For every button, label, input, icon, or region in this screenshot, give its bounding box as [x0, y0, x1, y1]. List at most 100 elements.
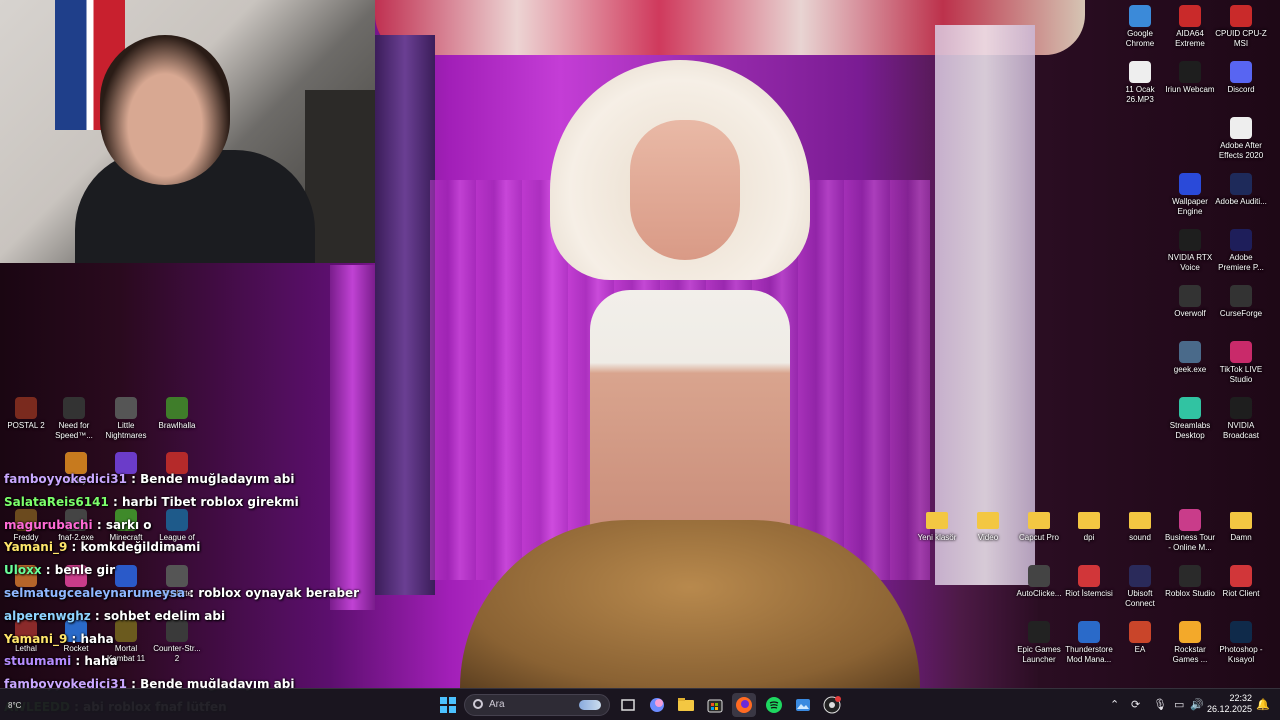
- wallpaper-engine-icon: [1179, 173, 1201, 195]
- store-button[interactable]: [703, 693, 727, 717]
- shortcut-label: Streamlabs Desktop: [1169, 421, 1211, 440]
- riot-icon: [1078, 565, 1100, 587]
- desktop-shortcut[interactable]: NVIDIA RTX Voice: [1164, 229, 1216, 273]
- taskbar-clock[interactable]: 22:32 26.12.2025: [1206, 693, 1252, 715]
- clock-time: 22:32: [1229, 693, 1252, 703]
- desktop-shortcut[interactable]: Adobe After Effects 2020: [1215, 117, 1267, 161]
- desktop-shortcut[interactable]: Ubisoft Connect: [1114, 565, 1166, 609]
- desktop-shortcut[interactable]: Riot İstemcisi: [1063, 565, 1115, 599]
- desktop-shortcut[interactable]: Adobe Auditi...: [1215, 173, 1267, 207]
- volume-icon[interactable]: 🔊: [1190, 689, 1204, 720]
- nvidia-icon: [1179, 229, 1201, 251]
- photoshop-icon: [1230, 621, 1252, 643]
- desktop-shortcut[interactable]: Video: [962, 509, 1014, 543]
- obs-button[interactable]: [820, 693, 844, 717]
- desktop-shortcut[interactable]: Brawlhalla: [151, 397, 203, 431]
- desktop-shortcut[interactable]: POSTAL 2: [0, 397, 52, 431]
- streamer-head: [100, 35, 230, 185]
- desktop-shortcut[interactable]: AIDA64 Extreme: [1164, 5, 1216, 49]
- firefox-icon: [736, 697, 752, 713]
- desktop-shortcut[interactable]: EA: [1114, 621, 1166, 655]
- chat-message: stuumami : haha: [4, 652, 364, 675]
- shortcut-label: Video: [977, 533, 999, 542]
- network-icon[interactable]: ▭: [1174, 689, 1184, 720]
- wallpaper-pillar: [935, 25, 1035, 585]
- folder-icon: [1078, 512, 1100, 529]
- aida64-icon: [1179, 5, 1201, 27]
- desktop-shortcut[interactable]: CPUID CPU-Z MSI: [1215, 5, 1267, 49]
- start-button[interactable]: [436, 693, 460, 717]
- sync-icon[interactable]: ⟳: [1131, 689, 1140, 720]
- task-view-button[interactable]: [616, 693, 640, 717]
- riot-client-icon: [1230, 565, 1252, 587]
- stream-chat: famboyyokedici31 : Bende muğladayım abi S…: [4, 470, 364, 720]
- taskbar-search[interactable]: Ara: [464, 694, 610, 716]
- search-highlight-icon: [579, 700, 601, 710]
- desktop-shortcut[interactable]: Epic Games Launcher: [1013, 621, 1065, 665]
- desktop-shortcut[interactable]: Photoshop - Kısayol: [1215, 621, 1267, 665]
- chat-message: magurubachi : sarkı o: [4, 516, 364, 539]
- desktop-shortcut[interactable]: Rockstar Games ...: [1164, 621, 1216, 665]
- ubisoft-icon: [1129, 565, 1151, 587]
- desktop-shortcut[interactable]: 11 Ocak 26.MP3: [1114, 61, 1166, 105]
- desktop-shortcut[interactable]: CurseForge: [1215, 285, 1267, 319]
- desktop-shortcut[interactable]: Yeni klasör: [911, 509, 963, 543]
- chat-separator: :: [41, 563, 55, 578]
- shortcut-label: AIDA64 Extreme: [1175, 29, 1205, 48]
- desktop-shortcut[interactable]: Overwolf: [1164, 285, 1216, 319]
- desktop-shortcut[interactable]: Thunderstore Mod Mana...: [1063, 621, 1115, 665]
- desktop-shortcut[interactable]: Wallpaper Engine: [1164, 173, 1216, 217]
- chat-message: Uloxx : benle gir: [4, 561, 364, 584]
- epic-icon: [1028, 621, 1050, 643]
- curseforge-icon: [1230, 285, 1252, 307]
- desktop-shortcut[interactable]: Riot Client: [1215, 565, 1267, 599]
- taskbar: 8°C Ara ⌃ ⟳ 🎙 ▭ 🔊 22:32 26.12.2025 🔔: [0, 688, 1280, 720]
- mp3-icon: [1129, 61, 1151, 83]
- desktop-shortcut[interactable]: Streamlabs Desktop: [1164, 397, 1216, 441]
- spotify-button[interactable]: [762, 693, 786, 717]
- shortcut-label: dpi: [1083, 533, 1095, 542]
- chat-message: Yamani_9 : haha: [4, 630, 364, 653]
- desktop-shortcut[interactable]: Adobe Premiere P...: [1215, 229, 1267, 273]
- copilot-icon: [650, 698, 664, 712]
- firefox-button[interactable]: [732, 693, 756, 717]
- file-explorer-button[interactable]: [674, 693, 698, 717]
- chat-message: famboyyokedici31 : Bende muğladayım abi: [4, 470, 364, 493]
- shortcut-label: Discord: [1227, 85, 1255, 94]
- desktop-shortcut[interactable]: dpi: [1063, 509, 1115, 543]
- desktop-shortcut[interactable]: AutoClicke...: [1013, 565, 1065, 599]
- shortcut-label: Iriun Webcam: [1165, 85, 1215, 94]
- desktop-shortcut[interactable]: Iriun Webcam: [1164, 61, 1216, 95]
- chat-username: Uloxx: [4, 563, 42, 578]
- weather-widget[interactable]: 8°C: [8, 689, 21, 720]
- desktop-shortcut[interactable]: Roblox Studio: [1164, 565, 1216, 599]
- desktop-shortcut[interactable]: Little Nightmares: [100, 397, 152, 441]
- geek-icon: [1179, 341, 1201, 363]
- desktop-shortcut[interactable]: geek.exe: [1164, 341, 1216, 375]
- folder-icon: [1230, 512, 1252, 529]
- shortcut-label: CPUID CPU-Z MSI: [1215, 29, 1267, 48]
- chat-text: haha: [84, 654, 118, 669]
- desktop-shortcut[interactable]: Capcut Pro: [1013, 509, 1065, 543]
- folder-icon: [977, 512, 999, 529]
- desktop-shortcut[interactable]: TikTok LIVE Studio: [1215, 341, 1267, 385]
- folder-icon: [1028, 512, 1050, 529]
- desktop-shortcut[interactable]: Need for Speed™...: [48, 397, 100, 441]
- microphone-icon[interactable]: 🎙: [1153, 689, 1167, 720]
- shortcut-label: Overwolf: [1174, 309, 1206, 318]
- chat-text: komkdeğildimami: [80, 540, 201, 555]
- photos-button[interactable]: [791, 693, 815, 717]
- desktop-shortcut[interactable]: NVIDIA Broadcast: [1215, 397, 1267, 441]
- notification-icon[interactable]: 🔔: [1256, 689, 1270, 720]
- chat-text: roblox oynayak beraber: [198, 585, 360, 600]
- desktop-shortcut[interactable]: sound: [1114, 509, 1166, 543]
- desktop-shortcut[interactable]: Google Chrome: [1114, 5, 1166, 49]
- desktop-shortcut[interactable]: Business Tour - Online M...: [1164, 509, 1216, 553]
- desktop-shortcut[interactable]: Discord: [1215, 61, 1267, 95]
- photos-icon: [796, 699, 810, 711]
- chat-username: Yamani_9: [4, 540, 68, 555]
- desktop-shortcut[interactable]: Damn: [1215, 509, 1267, 543]
- copilot-button[interactable]: [645, 693, 669, 717]
- store-icon: [707, 699, 723, 713]
- show-hidden-icons[interactable]: ⌃: [1110, 689, 1119, 720]
